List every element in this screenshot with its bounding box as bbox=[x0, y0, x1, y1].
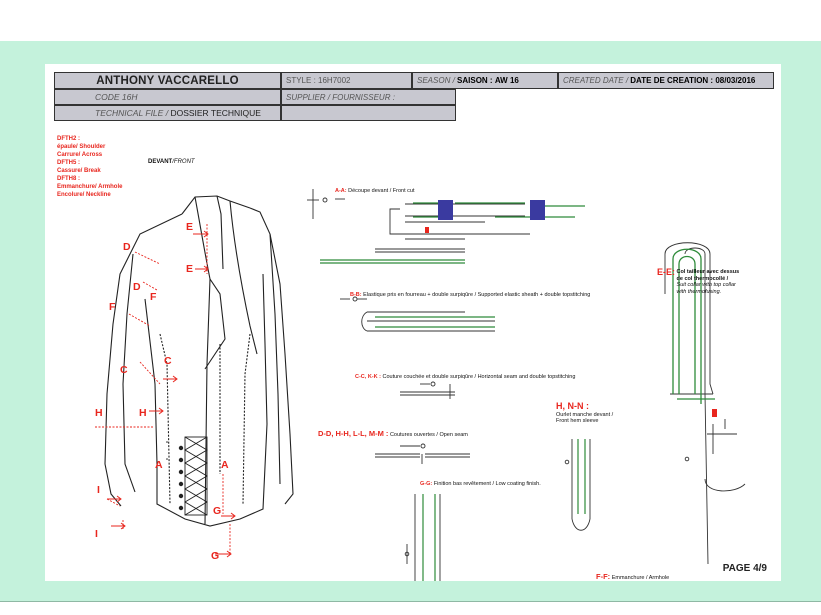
season-value: AW 16 bbox=[494, 76, 519, 85]
mark-i-bottom: I bbox=[95, 528, 98, 540]
detail-dd-code: D-D, H-H, L-L, M-M : bbox=[318, 429, 389, 438]
detail-ee-text-4: with thermofusing. bbox=[676, 288, 722, 295]
season-cell: SEASON / SAISON : AW 16 bbox=[412, 72, 558, 89]
detail-gg-stitching bbox=[422, 494, 436, 581]
detail-gg-label: G-G: Finition bas revêtement / Low coati… bbox=[420, 481, 541, 488]
created-prefix: CREATED DATE / bbox=[563, 76, 629, 85]
season-label: SAISON : bbox=[457, 76, 493, 85]
legend-line: épaule/ Shoulder bbox=[57, 144, 106, 150]
detail-ff-code: F-F: bbox=[596, 572, 611, 581]
created-date: DATE DE CREATION : 08/03/2016 bbox=[630, 76, 756, 85]
mark-i-top: I bbox=[97, 484, 100, 496]
detail-dd-text: Coutures ouvertes / Open seam bbox=[389, 432, 468, 438]
supplier-label: SUPPLIER / FOURNISSEUR : bbox=[286, 92, 395, 102]
detail-ee-text-1: Col tailleur avec dessus bbox=[676, 269, 740, 275]
red-marker bbox=[425, 227, 429, 233]
detail-bb-stitching bbox=[375, 316, 495, 328]
detail-aa-text: Découpe devant / Front cut bbox=[348, 188, 415, 194]
brand-cell: ANTHONY VACCARELLO bbox=[54, 72, 281, 89]
front-view-label: DEVANT/FRONT bbox=[148, 159, 195, 165]
collar-red-marker bbox=[712, 409, 717, 417]
mark-f-right: F bbox=[150, 291, 157, 303]
mark-a-left: A bbox=[155, 459, 163, 471]
dfth-legend: DFTH2 : épaule/ Shoulder Carrure/ Across… bbox=[57, 135, 122, 199]
jacket-front-illustration bbox=[104, 195, 294, 527]
mark-e-top: E bbox=[186, 221, 194, 233]
detail-ff-text: Emmanchure / Armhole bbox=[611, 575, 670, 581]
detail-hn-text-2: Front hem sleeve bbox=[556, 418, 599, 424]
legend-line: DFTH8 : bbox=[57, 176, 80, 182]
style-cell: STYLE : 16H7002 bbox=[281, 72, 412, 89]
detail-aa-code: A-A: bbox=[335, 188, 347, 194]
technical-file-prefix: TECHNICAL FILE / bbox=[95, 108, 169, 118]
detail-bb-code: B-B: bbox=[350, 292, 362, 298]
supplier-cell: SUPPLIER / FOURNISSEUR : bbox=[281, 89, 456, 105]
detail-hn-label: H, N-N : Ourlet manche devant / Front he… bbox=[556, 401, 614, 425]
code-label: CODE 16H bbox=[95, 92, 138, 102]
legend-line: Carrure/ Across bbox=[57, 152, 103, 158]
detail-gg-code: G-G: bbox=[420, 481, 433, 487]
detail-aa-label: A-A: Découpe devant / Front cut bbox=[335, 188, 414, 195]
mark-c-left: C bbox=[120, 364, 128, 376]
mark-h-left: H bbox=[95, 407, 103, 419]
created-date-cell: CREATED DATE / DATE DE CREATION : 08/03/… bbox=[558, 72, 774, 89]
detail-dd-label: D-D, H-H, L-L, M-M : Coutures ouvertes /… bbox=[318, 429, 468, 439]
detail-cc-label: C-C, K-K : Couture couchée et double sur… bbox=[355, 374, 575, 381]
bottom-bar bbox=[0, 601, 821, 615]
detail-ff-label: F-F: Emmanchure / Armhole bbox=[596, 572, 670, 581]
top-toolbar bbox=[0, 0, 821, 42]
mark-f-left: F bbox=[109, 301, 116, 313]
detail-cc-drawing bbox=[400, 381, 455, 399]
mark-d-top: D bbox=[123, 241, 131, 253]
mark-h-right: H bbox=[139, 407, 147, 419]
legend-line: Emmanchure/ Armhole bbox=[57, 184, 123, 190]
detail-bb-drawing bbox=[340, 296, 495, 332]
mark-a-right: A bbox=[221, 459, 229, 471]
mark-e-bottom: E bbox=[186, 263, 194, 275]
detail-hn-stitching bbox=[577, 439, 586, 514]
technical-file-cell: TECHNICAL FILE / DOSSIER TECHNIQUE bbox=[54, 105, 281, 121]
detail-ee-label: E-E: Col tailleur avec dessus de col the… bbox=[657, 267, 740, 295]
page-number: PAGE 4/9 bbox=[722, 563, 767, 574]
detail-aa-drawing bbox=[307, 189, 530, 253]
brand-name: ANTHONY VACCARELLO bbox=[96, 74, 239, 87]
detail-ee-code: E-E: bbox=[657, 267, 675, 277]
section-markers bbox=[95, 224, 231, 554]
front-label-en: /FRONT bbox=[172, 159, 195, 165]
legend-line: Encolure/ Neckline bbox=[57, 192, 111, 198]
style-label: STYLE : 16H7002 bbox=[286, 76, 351, 85]
technical-drawing bbox=[95, 189, 746, 581]
detail-cc-text: Couture couchée et double surpiqûre / Ho… bbox=[382, 374, 576, 380]
detail-ee-text-2: de col thermocollé / bbox=[676, 275, 729, 282]
lacing-panel bbox=[184, 436, 208, 516]
front-label-fr: DEVANT bbox=[148, 159, 173, 165]
mark-g-bottom: G bbox=[211, 550, 220, 562]
tech-sheet-page: ANTHONY VACCARELLO STYLE : 16H7002 SEASO… bbox=[45, 64, 781, 581]
mark-c-right: C bbox=[164, 355, 172, 367]
detail-dd-drawing bbox=[375, 443, 470, 464]
detail-hn-text-1: Ourlet manche devant / bbox=[556, 411, 614, 418]
document-viewer[interactable]: ANTHONY VACCARELLO STYLE : 16H7002 SEASO… bbox=[0, 41, 821, 601]
legend-line: DFTH5 : bbox=[57, 160, 80, 166]
legend-line: Cassure/ Break bbox=[57, 168, 101, 174]
technical-file-label: DOSSIER TECHNIQUE bbox=[170, 108, 261, 118]
mark-g-top: G bbox=[213, 505, 222, 517]
eyelet-buttons bbox=[166, 441, 184, 511]
season-prefix: SEASON / bbox=[417, 76, 455, 85]
detail-cc-code: C-C, K-K : bbox=[355, 374, 381, 380]
detail-ee-text-3: Suit collar with top collar bbox=[676, 282, 736, 288]
detail-bb-label: B-B: Elastique pris en fourreau + double… bbox=[350, 292, 590, 299]
empty-cell bbox=[281, 105, 456, 121]
legend-line: DFTH2 : bbox=[57, 136, 80, 142]
code-cell: CODE 16H bbox=[54, 89, 281, 105]
mark-d-bottom: D bbox=[133, 281, 141, 293]
detail-hn-code: H, N-N : bbox=[556, 401, 589, 411]
detail-gg-text: Finition bas revêtement / Low coating fi… bbox=[433, 481, 541, 487]
detail-bb-text: Elastique pris en fourreau + double surp… bbox=[363, 292, 591, 298]
